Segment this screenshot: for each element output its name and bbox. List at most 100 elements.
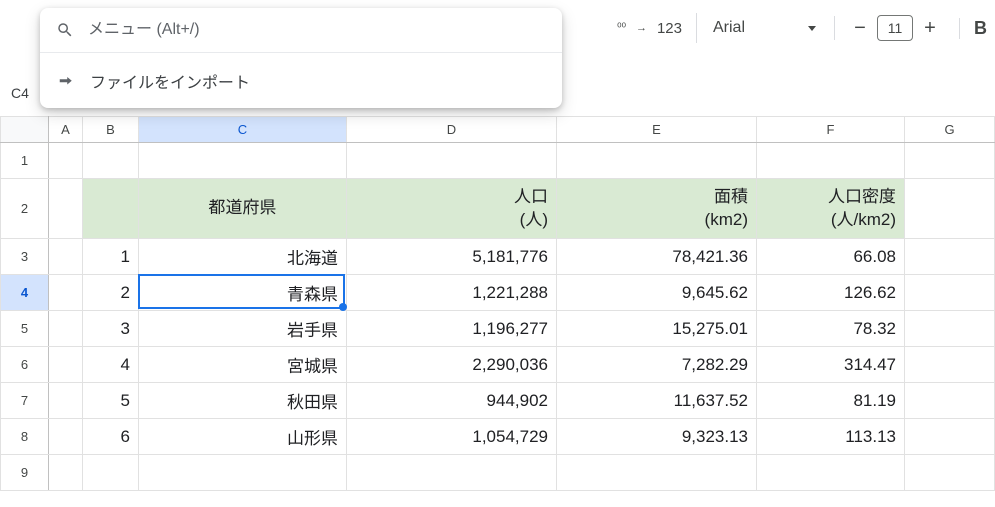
cell[interactable] [139, 143, 347, 179]
cell[interactable]: 66.08 [757, 239, 905, 275]
cell[interactable] [49, 347, 83, 383]
menu-search-popup: ファイルをインポート [40, 8, 562, 108]
column-header[interactable]: G [905, 117, 995, 143]
cell[interactable]: 都道府県 [139, 179, 347, 239]
cell[interactable] [905, 275, 995, 311]
cell[interactable]: 6 [83, 419, 139, 455]
cell[interactable] [347, 143, 557, 179]
cell[interactable]: 宮城県 [139, 347, 347, 383]
cell[interactable] [83, 179, 139, 239]
cell[interactable] [905, 143, 995, 179]
row-header[interactable]: 6 [1, 347, 49, 383]
number-format-123[interactable]: 123 [651, 20, 688, 37]
table-row: 6 4 宮城県 2,290,036 7,282.29 314.47 [1, 347, 995, 383]
font-family-select[interactable]: Arial [696, 13, 826, 43]
cell[interactable]: 944,902 [347, 383, 557, 419]
cell[interactable] [905, 311, 995, 347]
cell[interactable] [905, 239, 995, 275]
cell[interactable]: 3 [83, 311, 139, 347]
cell[interactable] [905, 455, 995, 491]
font-size-decrease[interactable]: − [847, 15, 873, 41]
font-size-group: − 11 + [843, 15, 947, 41]
column-header[interactable]: C [139, 117, 347, 143]
cell[interactable]: 81.19 [757, 383, 905, 419]
cell[interactable] [905, 179, 995, 239]
cell[interactable]: 人口 (人) [347, 179, 557, 239]
cell[interactable] [49, 275, 83, 311]
cell[interactable] [83, 143, 139, 179]
row-header[interactable]: 2 [1, 179, 49, 239]
cell[interactable]: 9,645.62 [557, 275, 757, 311]
cell[interactable]: 126.62 [757, 275, 905, 311]
name-box[interactable]: C4 [0, 78, 40, 108]
cell[interactable] [83, 455, 139, 491]
cell[interactable]: 1 [83, 239, 139, 275]
cell[interactable] [905, 383, 995, 419]
menu-search-input[interactable] [88, 21, 546, 39]
format-percent-icon[interactable]: ⁰⁰ → [615, 13, 649, 43]
cell[interactable]: 9,323.13 [557, 419, 757, 455]
row-header[interactable]: 9 [1, 455, 49, 491]
cell[interactable] [757, 455, 905, 491]
cell[interactable]: 秋田県 [139, 383, 347, 419]
table-row: 9 [1, 455, 995, 491]
cell[interactable]: 人口密度 (人/km2) [757, 179, 905, 239]
cell[interactable] [139, 455, 347, 491]
select-all-corner[interactable] [1, 117, 49, 143]
cell[interactable] [49, 311, 83, 347]
divider [834, 16, 835, 40]
font-name-label: Arial [713, 19, 772, 37]
cell[interactable]: 113.13 [757, 419, 905, 455]
cell[interactable]: 5,181,776 [347, 239, 557, 275]
row-header[interactable]: 8 [1, 419, 49, 455]
cell[interactable] [49, 239, 83, 275]
cell[interactable]: 15,275.01 [557, 311, 757, 347]
cell[interactable] [557, 455, 757, 491]
bold-button[interactable]: B [959, 18, 987, 39]
cell[interactable] [49, 455, 83, 491]
column-header[interactable]: D [347, 117, 557, 143]
cell[interactable]: 78,421.36 [557, 239, 757, 275]
column-header[interactable]: F [757, 117, 905, 143]
row-header[interactable]: 4 [1, 275, 49, 311]
row-header[interactable]: 3 [1, 239, 49, 275]
cell[interactable]: 1,196,277 [347, 311, 557, 347]
row-header[interactable]: 5 [1, 311, 49, 347]
column-header[interactable]: A [49, 117, 83, 143]
cell[interactable] [49, 383, 83, 419]
cell[interactable]: 岩手県 [139, 311, 347, 347]
cell[interactable]: 面積 (km2) [557, 179, 757, 239]
cell[interactable]: 4 [83, 347, 139, 383]
font-size-value[interactable]: 11 [877, 15, 913, 41]
cell[interactable] [49, 179, 83, 239]
row-header[interactable]: 1 [1, 143, 49, 179]
cell[interactable]: 2 [83, 275, 139, 311]
column-header[interactable]: B [83, 117, 139, 143]
row-header[interactable]: 7 [1, 383, 49, 419]
cell[interactable] [905, 347, 995, 383]
cell[interactable]: 山形県 [139, 419, 347, 455]
cell[interactable] [49, 419, 83, 455]
cell[interactable] [49, 143, 83, 179]
cell[interactable]: 青森県 [139, 275, 347, 311]
cell[interactable] [757, 143, 905, 179]
cell[interactable]: 1,054,729 [347, 419, 557, 455]
cell[interactable] [905, 419, 995, 455]
chevron-down-icon [808, 26, 816, 31]
cell[interactable]: 78.32 [757, 311, 905, 347]
cell[interactable] [557, 143, 757, 179]
svg-text:⁰⁰: ⁰⁰ [617, 22, 627, 34]
spreadsheet-grid[interactable]: A B C D E F G 1 2 都道府県 人口 (人) 面積 (km2) 人… [0, 116, 995, 507]
cell[interactable]: 5 [83, 383, 139, 419]
cell[interactable]: 314.47 [757, 347, 905, 383]
cell[interactable]: 7,282.29 [557, 347, 757, 383]
column-header[interactable]: E [557, 117, 757, 143]
cell[interactable]: 11,637.52 [557, 383, 757, 419]
font-size-increase[interactable]: + [917, 15, 943, 41]
suggestion-import-file[interactable]: ファイルをインポート [40, 52, 562, 108]
suggestion-label: ファイルをインポート [90, 69, 250, 93]
cell[interactable]: 2,290,036 [347, 347, 557, 383]
cell[interactable] [347, 455, 557, 491]
cell[interactable]: 北海道 [139, 239, 347, 275]
cell[interactable]: 1,221,288 [347, 275, 557, 311]
